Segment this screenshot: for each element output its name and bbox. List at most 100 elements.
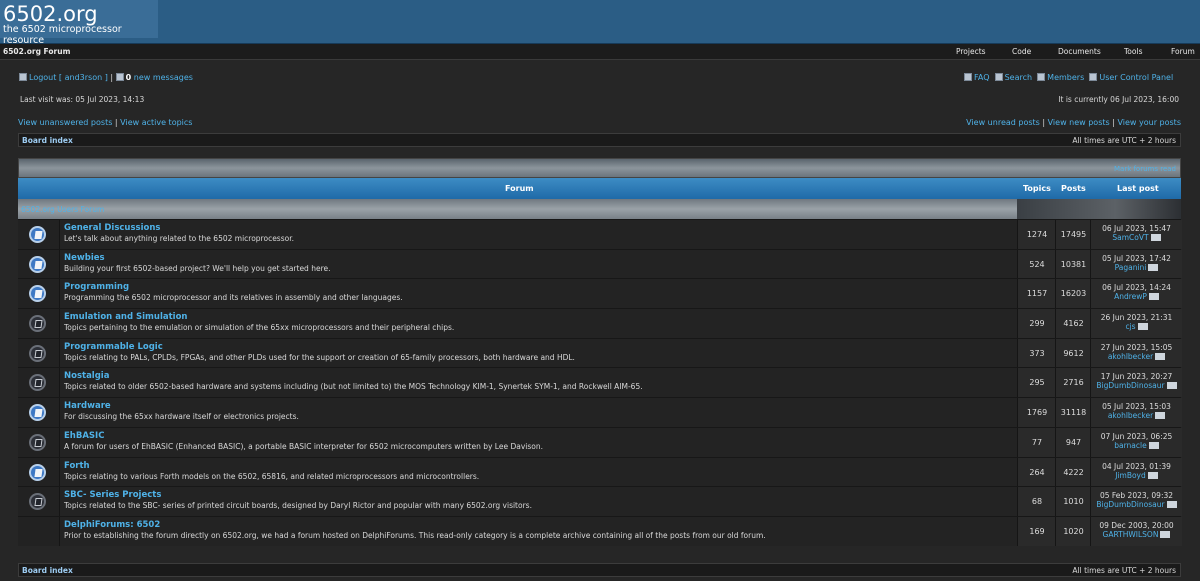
forum-icon-cell bbox=[18, 220, 59, 249]
goto-last-post-icon[interactable] bbox=[1148, 293, 1159, 301]
forum-unread-icon bbox=[29, 285, 46, 303]
forum-icon-page bbox=[34, 260, 43, 269]
unread-posts-link[interactable]: View unread posts bbox=[966, 118, 1040, 127]
board-index-link-bottom[interactable]: Board index bbox=[22, 566, 73, 575]
nav-documents[interactable]: Documents bbox=[1058, 47, 1101, 56]
forum-name-link[interactable]: DelphiForums: 6502 bbox=[64, 520, 160, 530]
forum-name-link[interactable]: Emulation and Simulation bbox=[64, 312, 187, 322]
forum-icon-page bbox=[34, 290, 43, 299]
forum-posts-cell: 947 bbox=[1055, 427, 1091, 457]
new-messages-label: new messages bbox=[133, 73, 193, 82]
quicklinks-left: View unanswered posts | View active topi… bbox=[18, 118, 193, 127]
forum-main-cell: SBC- Series Projects Topics related to t… bbox=[59, 487, 1018, 516]
nav-tools[interactable]: Tools bbox=[1124, 47, 1142, 56]
quicklinks-right: View unread posts | View new posts | Vie… bbox=[966, 118, 1181, 127]
last-post-author-link[interactable]: BigDumbDinosaur bbox=[1096, 500, 1164, 509]
forum-last-post-cell: 26 Jun 2023, 21:31 cjs bbox=[1090, 309, 1182, 338]
forum-last-post-cell: 04 Jul 2023, 01:39 JimBoyd bbox=[1090, 457, 1182, 487]
members-link[interactable]: Members bbox=[1047, 73, 1084, 82]
forum-posts-count: 17495 bbox=[1060, 230, 1087, 239]
forum-name-link[interactable]: Nostalgia bbox=[64, 371, 109, 381]
forum-read-icon bbox=[29, 493, 46, 511]
mark-forums-read-link[interactable]: Mark forums read bbox=[1114, 165, 1176, 173]
last-post-author-link[interactable]: barnacle bbox=[1114, 441, 1146, 450]
active-topics-link[interactable]: View active topics bbox=[120, 118, 192, 127]
last-post-author-link[interactable]: AndrewP bbox=[1114, 292, 1147, 301]
forum-topics-count: 1769 bbox=[1026, 408, 1048, 418]
last-post-author-link[interactable]: JimBoyd bbox=[1115, 471, 1146, 480]
forum-icon-cell bbox=[18, 309, 59, 338]
last-post-author-link[interactable]: SamCoVT bbox=[1112, 233, 1148, 242]
last-post-author-link[interactable]: BigDumbDinosaur bbox=[1096, 381, 1164, 390]
unanswered-posts-link[interactable]: View unanswered posts bbox=[18, 118, 112, 127]
forum-main-cell: Nostalgia Topics related to older 6502-b… bbox=[59, 368, 1018, 398]
site-logo[interactable]: 6502.org the 6502 microprocessor resourc… bbox=[0, 0, 158, 46]
header-forum: Forum bbox=[505, 184, 534, 193]
goto-last-post-icon[interactable] bbox=[1160, 530, 1171, 538]
category-link[interactable]: 6502.org Users Forum bbox=[21, 205, 104, 214]
your-posts-link[interactable]: View your posts bbox=[1117, 118, 1181, 127]
breadcrumb-top: Board index All times are UTC + 2 hours bbox=[18, 133, 1181, 147]
new-messages-link[interactable]: 0 new messages bbox=[126, 73, 193, 82]
goto-last-post-icon[interactable] bbox=[1148, 263, 1159, 271]
forum-row: Newbies Building your first 6502-based p… bbox=[18, 248, 1182, 279]
last-post-date: 06 Jul 2023, 14:24 bbox=[1102, 283, 1171, 293]
search-link[interactable]: Search bbox=[1005, 73, 1032, 82]
forum-description: Building your first 6502-based project? … bbox=[64, 263, 331, 273]
goto-last-post-icon[interactable] bbox=[1166, 501, 1177, 509]
forum-name-link[interactable]: Forth bbox=[64, 461, 90, 471]
goto-last-post-icon[interactable] bbox=[1147, 471, 1158, 479]
forum-topics-cell: 169 bbox=[1017, 516, 1056, 546]
forum-name-link[interactable]: Programming bbox=[64, 282, 129, 292]
forum-icon-page bbox=[34, 379, 43, 388]
forum-name-link[interactable]: EhBASIC bbox=[64, 431, 104, 441]
forum-posts-count: 9612 bbox=[1063, 348, 1084, 358]
last-post-date: 05 Jul 2023, 17:42 bbox=[1102, 253, 1171, 263]
forum-icon-page bbox=[34, 409, 43, 418]
ucp-link[interactable]: User Control Panel bbox=[1099, 73, 1173, 82]
forum-icon-cell bbox=[18, 427, 59, 457]
forum-last-post-cell: 06 Jul 2023, 15:47 SamCoVT bbox=[1090, 220, 1182, 249]
goto-last-post-icon[interactable] bbox=[1137, 323, 1148, 331]
last-post-date: 27 Jun 2023, 15:05 bbox=[1100, 342, 1173, 352]
nav-projects[interactable]: Projects bbox=[956, 47, 986, 56]
new-posts-link[interactable]: View new posts bbox=[1048, 118, 1110, 127]
nav-code[interactable]: Code bbox=[1012, 47, 1031, 56]
forum-description: Programming the 6502 microprocessor and … bbox=[64, 293, 403, 303]
goto-last-post-icon[interactable] bbox=[1155, 412, 1166, 420]
last-post-author-link[interactable]: akohlbecker bbox=[1108, 411, 1153, 420]
forum-description: Topics relating to PALs, CPLDs, FPGAs, a… bbox=[64, 352, 575, 362]
faq-link[interactable]: FAQ bbox=[974, 73, 990, 82]
goto-last-post-icon[interactable] bbox=[1155, 352, 1166, 360]
goto-last-post-icon[interactable] bbox=[1148, 441, 1159, 449]
forum-name-link[interactable]: Newbies bbox=[64, 253, 105, 263]
header-posts: Posts bbox=[1061, 184, 1086, 193]
forum-read-icon bbox=[29, 433, 46, 451]
forum-topics-count: 1274 bbox=[1026, 230, 1048, 239]
goto-last-post-icon[interactable] bbox=[1166, 382, 1177, 390]
last-post-author-link[interactable]: Paganini bbox=[1115, 263, 1147, 272]
last-post-author-link[interactable]: GARTHWILSON bbox=[1103, 530, 1159, 539]
forum-name-link[interactable]: Hardware bbox=[64, 401, 111, 411]
forum-topics-count: 1157 bbox=[1026, 289, 1048, 299]
search-icon bbox=[994, 73, 1003, 81]
forum-icon-cell bbox=[18, 398, 59, 427]
forum-icon-page bbox=[34, 468, 43, 477]
last-post-author-link[interactable]: akohlbecker bbox=[1108, 352, 1153, 361]
forum-name-link[interactable]: SBC- Series Projects bbox=[64, 490, 161, 500]
forum-name-link[interactable]: Programmable Logic bbox=[64, 342, 163, 352]
goto-last-post-icon[interactable] bbox=[1150, 234, 1161, 241]
board-index-link[interactable]: Board index bbox=[22, 136, 73, 145]
forum-description: Topics relating to various Forth models … bbox=[64, 471, 480, 481]
forum-row: EhBASIC A forum for users of EhBASIC (En… bbox=[18, 426, 1182, 457]
logout-link[interactable]: Logout [ and3rson ] bbox=[29, 73, 108, 82]
new-messages-count: 0 bbox=[125, 73, 132, 82]
forum-name-link[interactable]: General Discussions bbox=[64, 223, 160, 233]
site-name[interactable]: 6502.org Forum bbox=[3, 47, 70, 56]
forum-topics-cell: 1274 bbox=[1017, 220, 1056, 249]
forum-icon-page bbox=[34, 231, 43, 239]
nav-forum[interactable]: Forum bbox=[1171, 47, 1195, 56]
forum-last-post-cell: 06 Jul 2023, 14:24 AndrewP bbox=[1090, 279, 1182, 309]
forum-main-cell: Programming Programming the 6502 micropr… bbox=[59, 279, 1018, 309]
last-post-author-link[interactable]: cjs bbox=[1125, 322, 1135, 331]
